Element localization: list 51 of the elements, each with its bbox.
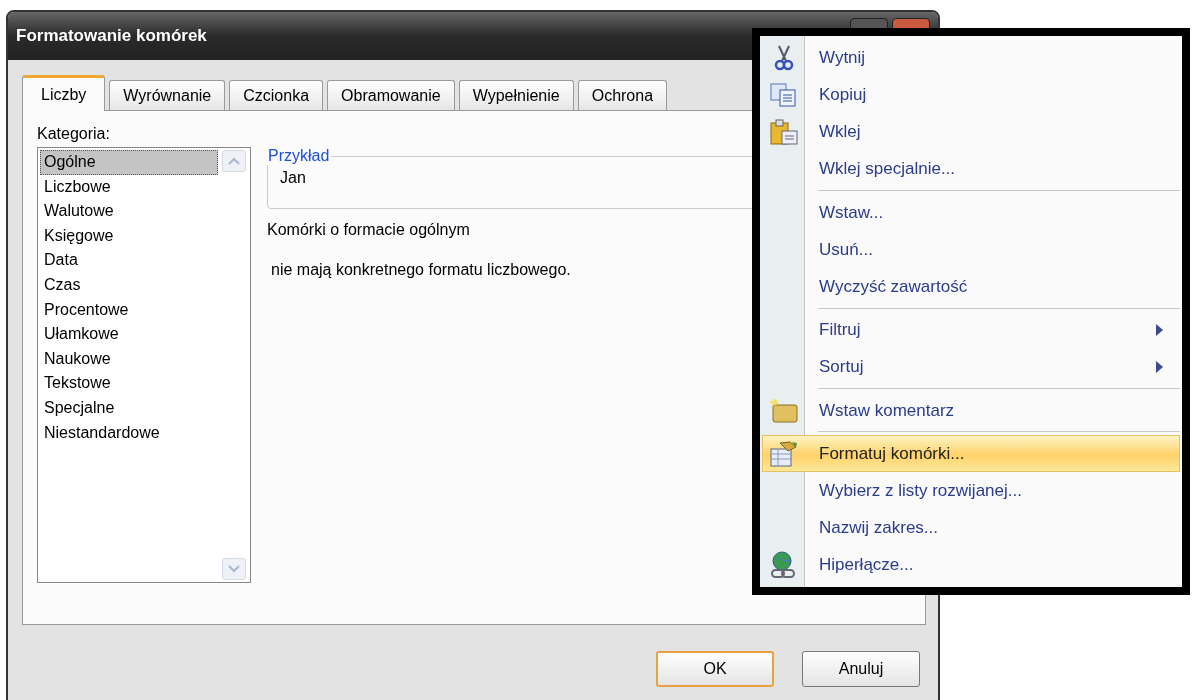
chevron-up-icon bbox=[228, 157, 240, 165]
menu-item[interactable]: Wytnij bbox=[762, 39, 1180, 77]
menu-item[interactable]: Nazwij zakres... bbox=[762, 509, 1180, 547]
scroll-down-button[interactable] bbox=[222, 558, 246, 580]
menu-item[interactable]: Wybierz z listy rozwijanej... bbox=[762, 472, 1180, 510]
list-item[interactable]: Data bbox=[40, 248, 218, 273]
format-cells-icon bbox=[770, 440, 798, 467]
tab[interactable]: Wyrównanie bbox=[109, 80, 226, 110]
description-text: Komórki o formacie ogólnym bbox=[267, 221, 471, 239]
menu-item[interactable]: Wyczyść zawartość bbox=[762, 268, 1180, 306]
sample-value: Jan bbox=[280, 169, 306, 186]
sample-legend: Przykład bbox=[266, 147, 332, 165]
menu-item[interactable]: Filtruj bbox=[762, 311, 1180, 349]
tab[interactable]: Wypełnienie bbox=[458, 80, 574, 110]
ok-button[interactable]: OK bbox=[656, 651, 774, 687]
chevron-down-icon bbox=[228, 565, 240, 573]
cancel-button[interactable]: Anuluj bbox=[802, 651, 920, 687]
window-title: Formatowanie komórek bbox=[16, 26, 207, 46]
list-item[interactable]: Specjalne bbox=[40, 395, 218, 421]
list-item[interactable]: Tekstowe bbox=[40, 371, 218, 396]
tab[interactable]: Ochrona bbox=[577, 80, 668, 110]
tab[interactable]: Liczby bbox=[22, 75, 106, 111]
menu-item[interactable]: Usuń... bbox=[762, 231, 1180, 269]
menu-item[interactable]: Sortuj bbox=[762, 348, 1180, 386]
list-item[interactable]: Księgowe bbox=[40, 223, 218, 249]
menu-item[interactable]: Kopiuj bbox=[762, 76, 1180, 114]
menu-item[interactable]: Formatuj komórki... bbox=[762, 435, 1180, 473]
description-text: nie mają konkretnego formatu liczbowego. bbox=[270, 261, 572, 279]
tab[interactable]: Czcionka bbox=[229, 80, 324, 110]
list-item[interactable]: Liczbowe bbox=[40, 174, 218, 200]
tab[interactable]: Obramowanie bbox=[327, 80, 455, 110]
list-item[interactable]: Procentowe bbox=[40, 297, 218, 323]
menu-item[interactable]: Wstaw komentarz bbox=[762, 391, 1180, 430]
menu-item[interactable]: Wklej specjalnie... bbox=[762, 150, 1180, 188]
copy-icon bbox=[770, 82, 798, 107]
list-item[interactable]: Czas bbox=[40, 272, 218, 298]
menu-item[interactable]: Hiperłącze... bbox=[762, 546, 1180, 585]
scissors-icon bbox=[774, 44, 794, 71]
clipboard-icon bbox=[770, 119, 798, 146]
list-item[interactable]: Naukowe bbox=[40, 346, 218, 372]
scroll-up-button[interactable] bbox=[222, 150, 246, 172]
menu-item[interactable]: Wstaw... bbox=[762, 193, 1180, 232]
category-list[interactable]: Ogólne Liczbowe Walutowe Księgowe Data Czas Procentowe Ułamkowe Naukowe Tekstowe Specjalne Niestandardowe bbox=[37, 147, 251, 583]
menu-item[interactable]: Wklej bbox=[762, 113, 1180, 151]
list-item[interactable]: Ułamkowe bbox=[40, 322, 218, 347]
hyperlink-icon bbox=[770, 551, 798, 580]
list-item[interactable]: Ogólne bbox=[40, 150, 218, 175]
comment-icon bbox=[770, 398, 798, 423]
list-item[interactable]: Niestandardowe bbox=[40, 420, 218, 446]
list-item[interactable]: Walutowe bbox=[40, 199, 218, 224]
category-label: Kategoria: bbox=[37, 125, 110, 143]
